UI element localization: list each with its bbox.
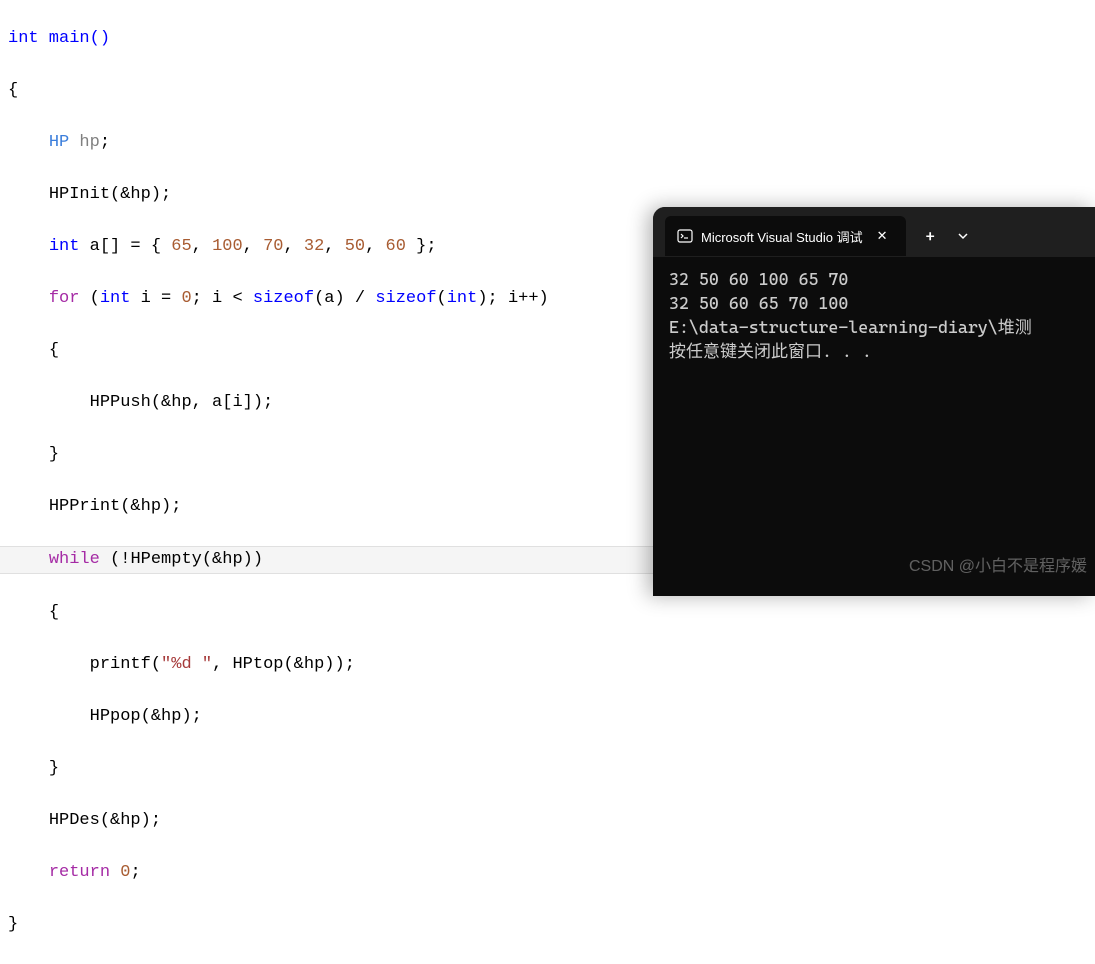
code-line: HPDes(&hp); [0, 808, 1095, 834]
ident: i = [130, 289, 181, 308]
comma: , [192, 237, 212, 256]
func-call: HPempty [130, 550, 201, 569]
ident: a[] = { [79, 237, 171, 256]
keyword: int [49, 237, 80, 256]
func-call: HPpop [90, 707, 141, 726]
comma: , [243, 237, 263, 256]
num: 32 [304, 237, 324, 256]
code-line: { [0, 600, 1095, 626]
semi: ; [171, 497, 181, 516]
comma: , [365, 237, 385, 256]
paren: ( [151, 655, 161, 674]
semi: ; [161, 185, 171, 204]
code-line: } [0, 756, 1095, 782]
terminal-tab[interactable]: Microsoft Visual Studio 调试 ✕ [665, 216, 906, 256]
sizeof: sizeof [375, 289, 436, 308]
num: 100 [212, 237, 243, 256]
semi: ; [100, 133, 110, 152]
terminal-titlebar: Microsoft Visual Studio 调试 ✕ + [653, 207, 1095, 257]
code-line: HPpop(&hp); [0, 704, 1095, 730]
code-line: HP hp; [0, 130, 1095, 156]
terminal-window[interactable]: Microsoft Visual Studio 调试 ✕ + 32 50 60 … [653, 207, 1095, 596]
semi: ; [130, 863, 140, 882]
keyword: int [100, 289, 131, 308]
brace: } [49, 445, 59, 464]
func-call: HPtop [232, 655, 283, 674]
comma: , [324, 237, 344, 256]
args: (&hp) [110, 185, 161, 204]
num: 60 [386, 237, 406, 256]
code-line: printf("%d ", HPtop(&hp)); [0, 652, 1095, 678]
terminal-output[interactable]: 32 50 60 100 65 70 32 50 60 65 70 100 E:… [653, 257, 1095, 373]
args: (&hp)) [202, 550, 263, 569]
brace: } [49, 759, 59, 778]
output-line: E:\data-structure-learning-diary\堆测 [669, 315, 1079, 339]
brace: } [8, 915, 18, 934]
brace: { [49, 603, 59, 622]
terminal-icon [677, 228, 693, 244]
args: (&hp, a[i]); [151, 393, 273, 412]
code-line: int main() [0, 26, 1095, 52]
args: (a) / [314, 289, 375, 308]
num: 50 [345, 237, 365, 256]
paren: ( [79, 289, 99, 308]
brace: { [8, 81, 18, 100]
code-line: HPInit(&hp); [0, 182, 1095, 208]
tab-menu-button[interactable] [947, 222, 979, 250]
func-call: HPPush [90, 393, 151, 412]
end: }; [406, 237, 437, 256]
output-line: 32 50 60 65 70 100 [669, 291, 1079, 315]
args: (&hp)); [283, 655, 354, 674]
paren: (! [100, 550, 131, 569]
func-call: HPInit [49, 185, 110, 204]
keyword: int [447, 289, 478, 308]
new-tab-button[interactable]: + [914, 223, 947, 250]
output-line: 按任意键关闭此窗口. . . [669, 339, 1079, 363]
num: 65 [171, 237, 191, 256]
func-call: HPPrint [49, 497, 120, 516]
func-call: HPDes [49, 811, 100, 830]
watermark: CSDN @小白不是程序媛 [909, 552, 1087, 576]
terminal-tab-title: Microsoft Visual Studio 调试 [701, 227, 863, 246]
keyword-return: return [49, 863, 110, 882]
args: (&hp); [141, 707, 202, 726]
code-line: return 0; [0, 860, 1095, 886]
args: (&hp) [120, 497, 171, 516]
args: ); i++) [477, 289, 548, 308]
type-token: HP [49, 133, 69, 152]
sizeof: sizeof [253, 289, 314, 308]
output-line: 32 50 60 100 65 70 [669, 267, 1079, 291]
num: 0 [181, 289, 191, 308]
comma: , [212, 655, 232, 674]
close-icon[interactable]: ✕ [871, 226, 894, 246]
keyword-while: while [49, 550, 100, 569]
comma: , [283, 237, 303, 256]
paren: ( [437, 289, 447, 308]
string-literal: "%d " [161, 655, 212, 674]
func-printf: printf [90, 655, 151, 674]
num: 70 [263, 237, 283, 256]
num: 0 [120, 863, 130, 882]
space [110, 863, 120, 882]
ident: hp [69, 133, 100, 152]
args: (&hp); [100, 811, 161, 830]
code-line: } [0, 912, 1095, 938]
brace: { [49, 341, 59, 360]
code-line: { [0, 78, 1095, 104]
mid: ; i < [192, 289, 253, 308]
code-token: int main() [8, 29, 110, 48]
keyword-for: for [49, 289, 80, 308]
